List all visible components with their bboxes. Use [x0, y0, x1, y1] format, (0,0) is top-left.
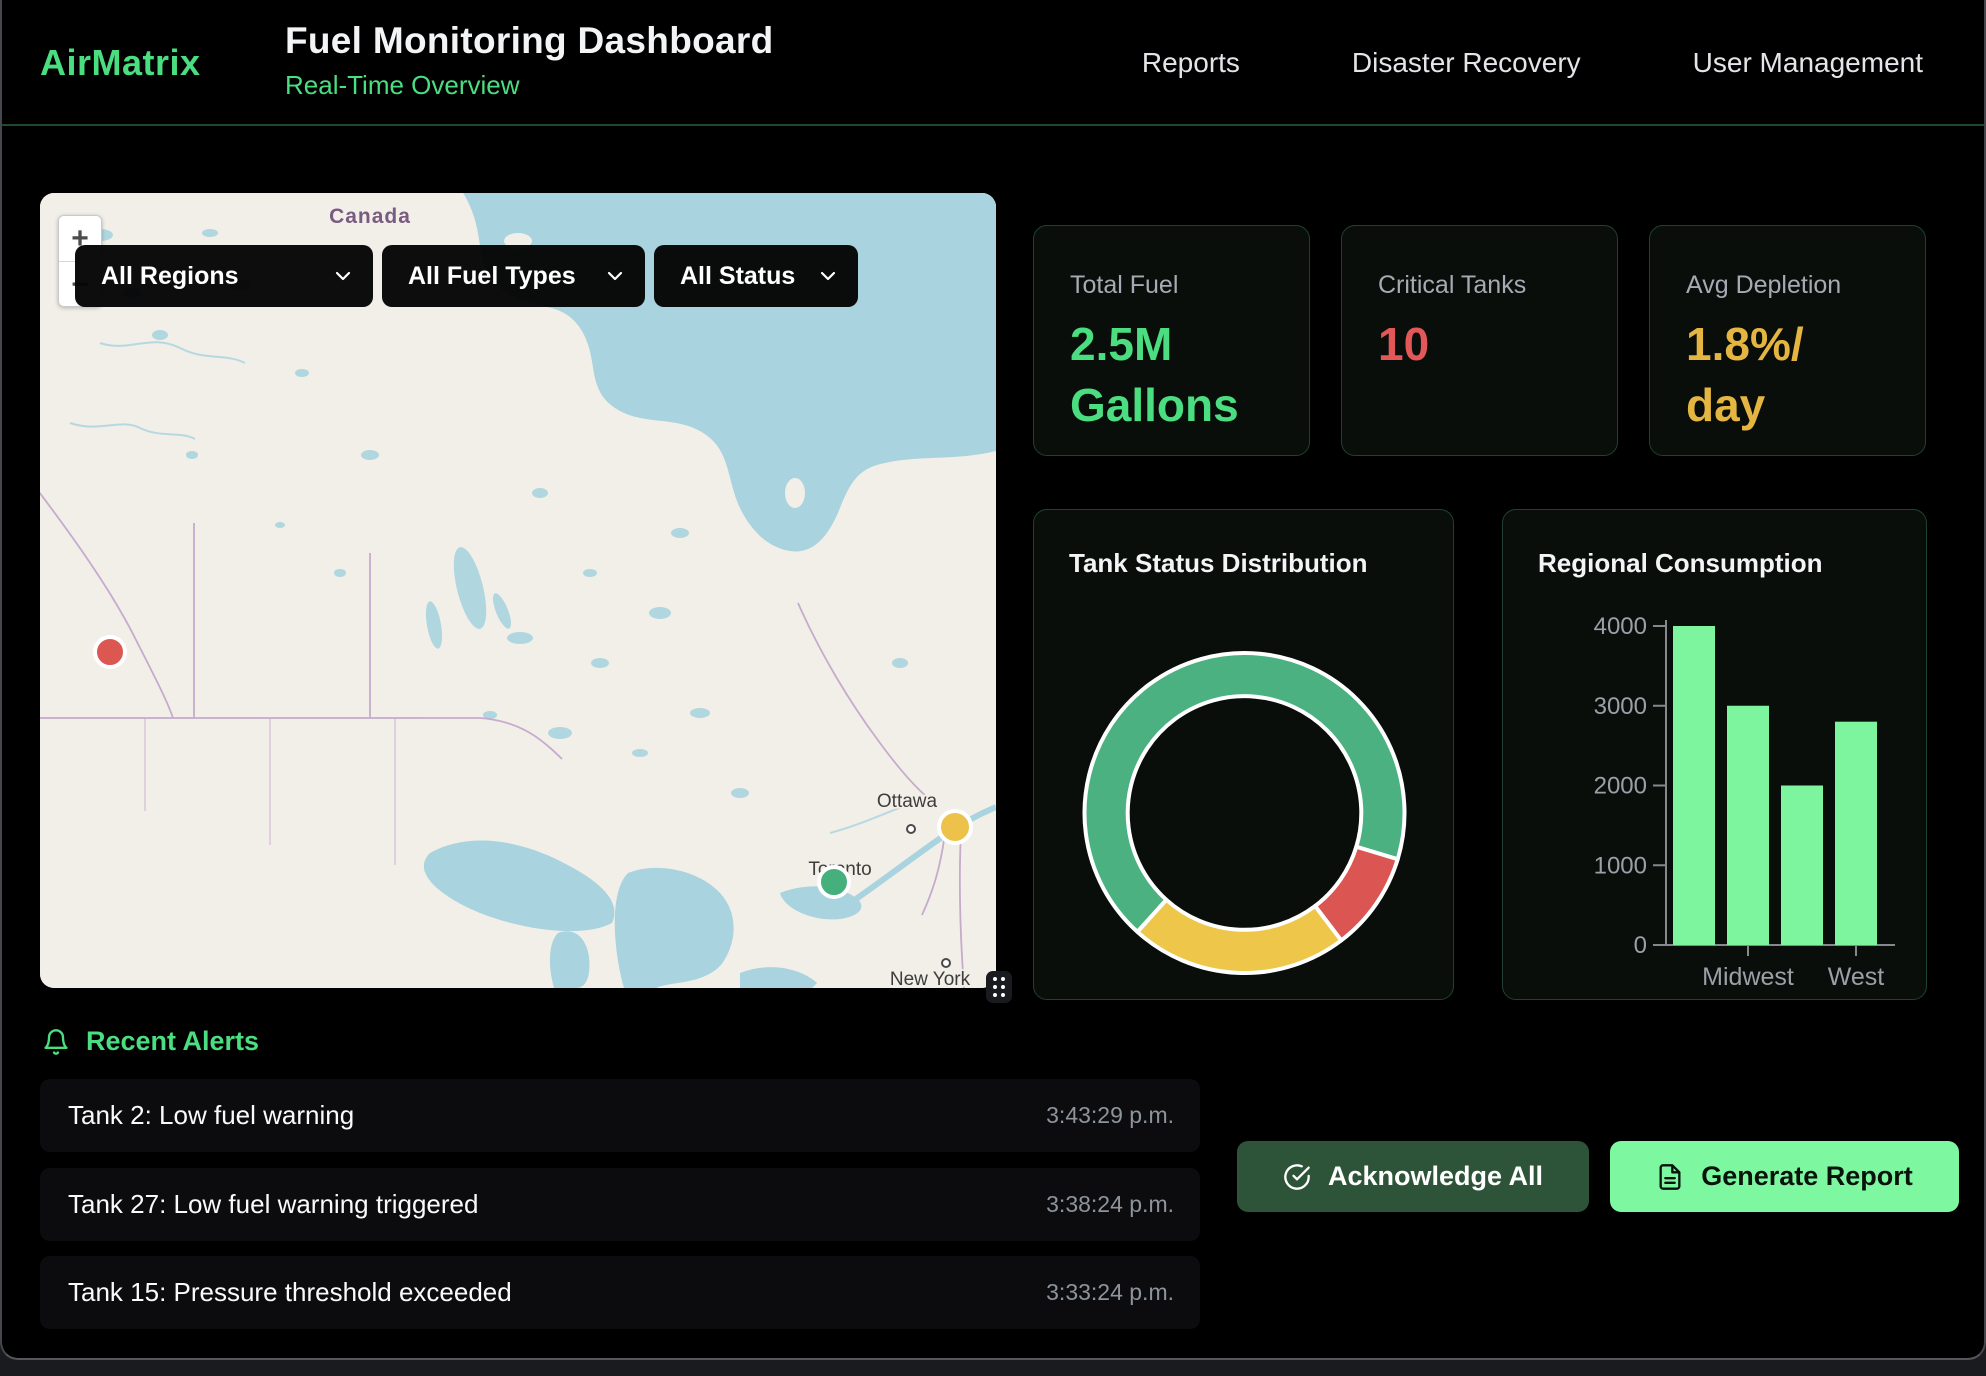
y-tick-label: 1000 — [1594, 852, 1647, 879]
alert-row: Tank 2: Low fuel warning 3:43:29 p.m. — [40, 1079, 1200, 1152]
stat-label: Avg Depletion — [1686, 271, 1891, 300]
y-tick-label: 0 — [1634, 932, 1647, 959]
bar-region-2[interactable] — [1781, 786, 1823, 946]
map-resize-handle[interactable] — [986, 971, 1012, 1003]
fuel-type-filter-dropdown[interactable]: All Fuel Types — [382, 245, 645, 307]
map-island — [785, 478, 805, 508]
acknowledge-all-button[interactable]: Acknowledge All — [1237, 1141, 1589, 1212]
status-filter-value: All Status — [680, 262, 795, 291]
alert-message: Tank 15: Pressure threshold exceeded — [68, 1277, 512, 1308]
x-tick-label: Midwest — [1702, 963, 1794, 991]
nav-reports[interactable]: Reports — [1142, 47, 1240, 79]
title-block: Fuel Monitoring Dashboard Real-Time Over… — [285, 20, 773, 101]
check-circle-icon — [1283, 1163, 1311, 1191]
app-window: AirMatrix Fuel Monitoring Dashboard Real… — [0, 0, 1986, 1360]
tank-status-title: Tank Status Distribution — [1069, 548, 1368, 579]
alerts-title: Recent Alerts — [86, 1026, 259, 1057]
tank-status-donut-chart[interactable] — [1034, 603, 1455, 1023]
alert-time: 3:38:24 p.m. — [1046, 1191, 1174, 1218]
file-text-icon — [1656, 1163, 1684, 1191]
region-filter-dropdown[interactable]: All Regions — [75, 245, 373, 307]
alert-message: Tank 2: Low fuel warning — [68, 1100, 354, 1131]
map-filter-bar: All Regions All Fuel Types All Status — [75, 245, 858, 307]
map-marker-warning[interactable] — [939, 811, 971, 843]
tank-status-card: Tank Status Distribution — [1033, 509, 1454, 1000]
chevron-down-icon — [335, 271, 351, 281]
nav-user-management[interactable]: User Management — [1693, 47, 1923, 79]
map-canvas[interactable]: Canada Ottawa Toronto New York — [40, 193, 996, 988]
map-city-dot-new-york — [942, 959, 950, 967]
alerts-header: Recent Alerts — [42, 1026, 259, 1057]
y-tick-label: 3000 — [1594, 693, 1647, 720]
alert-time: 3:33:24 p.m. — [1046, 1279, 1174, 1306]
stat-value-total-fuel: 2.5M Gallons — [1070, 314, 1260, 435]
stat-card-critical-tanks: Critical Tanks 10 — [1341, 225, 1618, 456]
stat-label: Total Fuel — [1070, 271, 1275, 300]
acknowledge-all-label: Acknowledge All — [1328, 1161, 1543, 1192]
map-panel: Canada Ottawa Toronto New York + − All R… — [40, 193, 996, 988]
drag-dots-icon — [991, 975, 1007, 999]
alert-row: Tank 15: Pressure threshold exceeded 3:3… — [40, 1256, 1200, 1329]
alert-row: Tank 27: Low fuel warning triggered 3:38… — [40, 1168, 1200, 1241]
y-tick-label: 4000 — [1594, 613, 1647, 640]
header: AirMatrix Fuel Monitoring Dashboard Real… — [2, 0, 1984, 126]
stat-card-avg-depletion: Avg Depletion 1.8%/​day — [1649, 225, 1926, 456]
nav-disaster-recovery[interactable]: Disaster Recovery — [1352, 47, 1581, 79]
generate-report-button[interactable]: Generate Report — [1610, 1141, 1959, 1212]
map-city-dot-ottawa — [907, 825, 915, 833]
regional-consumption-bar-chart[interactable]: 0 1000 2000 3000 4000 Midwest West — [1503, 510, 1928, 1001]
chevron-down-icon — [820, 271, 836, 281]
fuel-type-filter-value: All Fuel Types — [408, 262, 576, 291]
stat-card-total-fuel: Total Fuel 2.5M Gallons — [1033, 225, 1310, 456]
map-label-new-york: New York — [890, 969, 971, 988]
main-nav: Reports Disaster Recovery User Managemen… — [1142, 0, 1923, 126]
brand-logo: AirMatrix — [40, 42, 201, 84]
status-filter-dropdown[interactable]: All Status — [654, 245, 858, 307]
bar-region-0[interactable] — [1673, 626, 1715, 945]
x-tick-label: West — [1828, 963, 1885, 991]
chevron-down-icon — [607, 271, 623, 281]
map-marker-normal[interactable] — [819, 867, 849, 897]
stat-value-critical-tanks: 10 — [1378, 314, 1568, 375]
alert-time: 3:43:29 p.m. — [1046, 1102, 1174, 1129]
regional-consumption-card: Regional Consumption 01000200030004000Mi… — [1502, 509, 1927, 1000]
bar-region-1[interactable] — [1727, 706, 1769, 945]
alert-message: Tank 27: Low fuel warning triggered — [68, 1189, 478, 1220]
map-marker-critical[interactable] — [95, 637, 125, 667]
region-filter-value: All Regions — [101, 262, 239, 291]
bell-icon — [42, 1028, 70, 1056]
bar-region-3[interactable] — [1835, 722, 1877, 945]
donut-segment-warning[interactable] — [1137, 900, 1341, 973]
page-title: Fuel Monitoring Dashboard — [285, 20, 773, 62]
y-tick-label: 2000 — [1594, 773, 1647, 800]
map-label-canada: Canada — [329, 205, 411, 228]
generate-report-label: Generate Report — [1701, 1161, 1913, 1192]
stat-label: Critical Tanks — [1378, 271, 1583, 300]
stat-value-avg-depletion: 1.8%/​day — [1686, 314, 1876, 435]
map-label-ottawa: Ottawa — [877, 791, 938, 812]
page-subtitle: Real-Time Overview — [285, 70, 773, 101]
